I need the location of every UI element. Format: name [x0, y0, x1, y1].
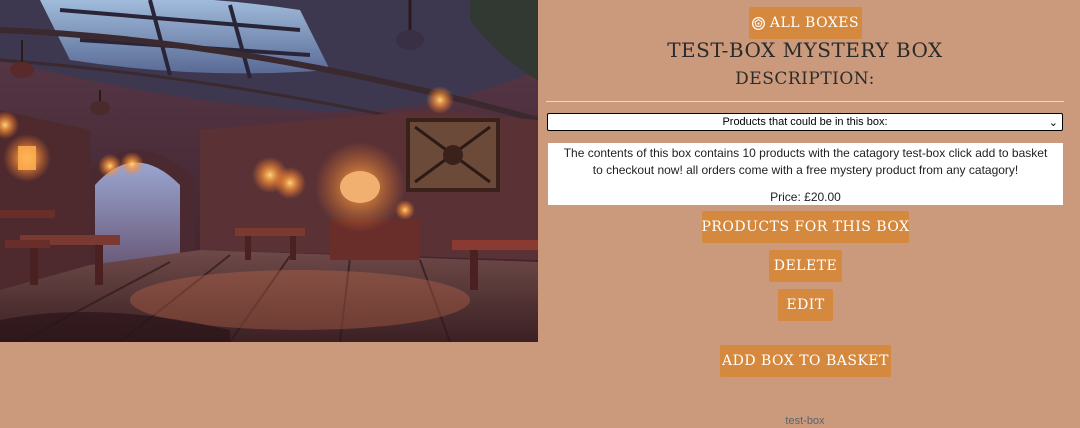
delete-button[interactable]: DELETE [769, 250, 842, 282]
products-select-value: Products that could be in this box: [722, 116, 888, 128]
price-text: Price: £20.00 [770, 190, 841, 204]
box-image [0, 0, 538, 342]
box-detail-page: ALL BOXES TEST-BOX MYSTERY BOX DESCRIPTI… [0, 0, 1080, 428]
box-title: TEST-BOX MYSTERY BOX [667, 38, 943, 62]
all-boxes-label: ALL BOXES [769, 15, 860, 31]
products-select[interactable]: Products that could be in this box: ⌄ [547, 113, 1063, 131]
edit-button[interactable]: EDIT [778, 289, 833, 321]
description-box: The contents of this box contains 10 pro… [548, 143, 1063, 205]
add-to-basket-button[interactable]: ADD BOX TO BASKET [720, 345, 891, 377]
description-text: The contents of this box contains 10 pro… [563, 146, 1048, 177]
description-heading: DESCRIPTION: [735, 69, 875, 89]
divider [546, 101, 1064, 102]
dice-icon [751, 16, 765, 30]
all-boxes-button[interactable]: ALL BOXES [749, 7, 862, 39]
chevron-down-icon: ⌄ [1048, 117, 1058, 129]
category-label: test-box [785, 415, 825, 427]
products-for-box-button[interactable]: PRODUCTS FOR THIS BOX [701, 211, 909, 243]
